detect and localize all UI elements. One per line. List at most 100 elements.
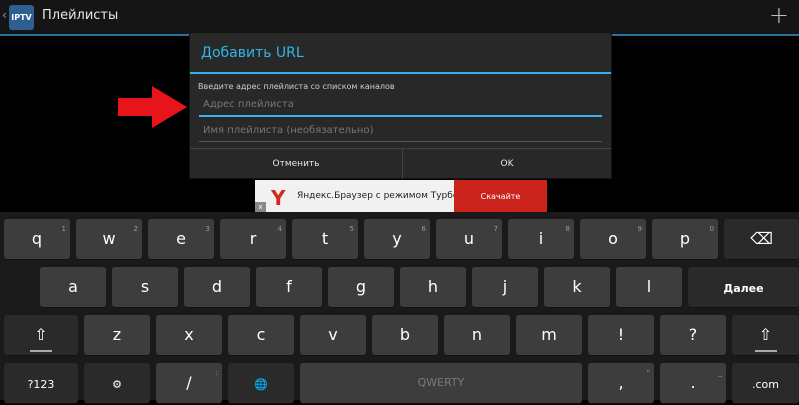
key-j[interactable]: j — [472, 267, 538, 307]
key-label: / — [186, 373, 192, 392]
key-label: i — [538, 229, 544, 248]
playlist-url-input[interactable] — [199, 95, 610, 113]
key-label: t — [321, 229, 329, 248]
soft-keyboard: q1 w2 e3 r4 t5 y6 u7 i8 o9 p0 ⌫ a s d f … — [0, 212, 799, 403]
key-n[interactable]: n — [444, 315, 510, 355]
key-period[interactable]: . _ — [660, 363, 726, 403]
key-label: ! — [617, 325, 625, 344]
app-icon[interactable]: IPTV — [9, 5, 34, 30]
language-key[interactable]: 🌐 — [228, 363, 294, 403]
key-s[interactable]: s — [112, 267, 178, 307]
symbols-key[interactable]: ?123 — [4, 363, 78, 403]
globe-icon: 🌐 — [254, 378, 268, 391]
key-hint: : — [215, 369, 218, 377]
key-hint: 8 — [565, 225, 570, 233]
key-label: h — [427, 277, 439, 296]
ad-text: Яндекс.Браузер с режимом Турбо — [297, 191, 459, 201]
shift-indicator — [30, 350, 52, 352]
cancel-button[interactable]: Отменить — [190, 149, 403, 179]
key-label: Далее — [723, 282, 764, 295]
key-label: ?123 — [27, 378, 55, 391]
add-icon[interactable]: + — [769, 1, 789, 29]
key-hint: 7 — [493, 225, 498, 233]
key-label: k — [572, 277, 582, 296]
ad-download-button[interactable]: Скачайте — [454, 180, 547, 213]
ok-button[interactable]: OK — [403, 149, 611, 179]
key-h[interactable]: h — [400, 267, 466, 307]
dialog-title: Добавить URL — [201, 45, 304, 61]
key-x[interactable]: x — [156, 315, 222, 355]
key-label: g — [355, 277, 367, 296]
key-p[interactable]: p0 — [652, 219, 718, 259]
key-t[interactable]: t5 — [292, 219, 358, 259]
key-y[interactable]: y6 — [364, 219, 430, 259]
key-w[interactable]: w2 — [76, 219, 142, 259]
ad-banner[interactable]: Y Яндекс.Браузер с режимом Турбо Скачайт… — [255, 180, 547, 213]
key-label: s — [140, 277, 150, 296]
key-label: y — [392, 229, 402, 248]
key-label: .com — [752, 378, 779, 391]
key-r[interactable]: r4 — [220, 219, 286, 259]
key-comma[interactable]: , " — [588, 363, 654, 403]
key-d[interactable]: d — [184, 267, 250, 307]
key-label: c — [256, 325, 266, 344]
keyboard-settings-key[interactable]: ⚙ — [84, 363, 150, 403]
shift-key-left[interactable]: ⇧ — [4, 315, 78, 355]
key-label: r — [249, 229, 257, 248]
key-hint: 1 — [61, 225, 66, 233]
key-k[interactable]: k — [544, 267, 610, 307]
key-hint: 4 — [277, 225, 282, 233]
key-q[interactable]: q1 — [4, 219, 70, 259]
key-hint: 6 — [421, 225, 426, 233]
enter-key[interactable]: Далее — [688, 267, 799, 307]
key-f[interactable]: f — [256, 267, 322, 307]
shift-indicator — [754, 350, 777, 352]
shift-key-right[interactable]: ⇧ — [732, 315, 799, 355]
key-label: j — [502, 277, 508, 296]
shift-icon: ⇧ — [34, 325, 48, 344]
space-key[interactable]: QWERTY — [300, 363, 582, 403]
playlist-name-input[interactable] — [199, 121, 610, 139]
key-hint: _ — [718, 369, 723, 377]
key-exclamation[interactable]: ! — [588, 315, 654, 355]
key-label: m — [541, 325, 557, 344]
dotcom-key[interactable]: .com — [732, 363, 799, 403]
key-hint: 5 — [349, 225, 354, 233]
key-label: l — [646, 277, 652, 296]
key-hint: 3 — [205, 225, 210, 233]
yandex-logo-icon: Y — [271, 186, 286, 210]
key-hint: 0 — [709, 225, 714, 233]
key-u[interactable]: u7 — [436, 219, 502, 259]
page-title: Плейлисты — [42, 8, 119, 23]
backspace-key[interactable]: ⌫ — [724, 219, 799, 259]
key-label: n — [471, 325, 483, 344]
dialog-button-bar: Отменить OK — [190, 148, 611, 179]
key-m[interactable]: m — [516, 315, 582, 355]
key-label: x — [184, 325, 194, 344]
key-z[interactable]: z — [84, 315, 150, 355]
key-hint: " — [646, 369, 650, 377]
key-label: , — [618, 373, 624, 392]
back-icon[interactable]: ‹ — [2, 8, 7, 22]
key-o[interactable]: o9 — [580, 219, 646, 259]
playlist-url-field — [199, 95, 610, 117]
backspace-icon: ⌫ — [750, 229, 773, 248]
key-a[interactable]: a — [40, 267, 106, 307]
key-hint: 2 — [133, 225, 138, 233]
settings-icon: ⚙ — [112, 378, 122, 391]
key-hint: 9 — [637, 225, 642, 233]
key-e[interactable]: e3 — [148, 219, 214, 259]
key-label: f — [286, 277, 292, 296]
key-c[interactable]: c — [228, 315, 294, 355]
key-v[interactable]: v — [300, 315, 366, 355]
key-b[interactable]: b — [372, 315, 438, 355]
key-question[interactable]: ? — [660, 315, 726, 355]
key-label: p — [679, 229, 691, 248]
key-l[interactable]: l — [616, 267, 682, 307]
key-label: z — [112, 325, 122, 344]
playlist-name-field — [199, 121, 610, 142]
key-label: w — [102, 229, 116, 248]
key-slash[interactable]: /: — [156, 363, 222, 403]
key-g[interactable]: g — [328, 267, 394, 307]
key-i[interactable]: i8 — [508, 219, 574, 259]
